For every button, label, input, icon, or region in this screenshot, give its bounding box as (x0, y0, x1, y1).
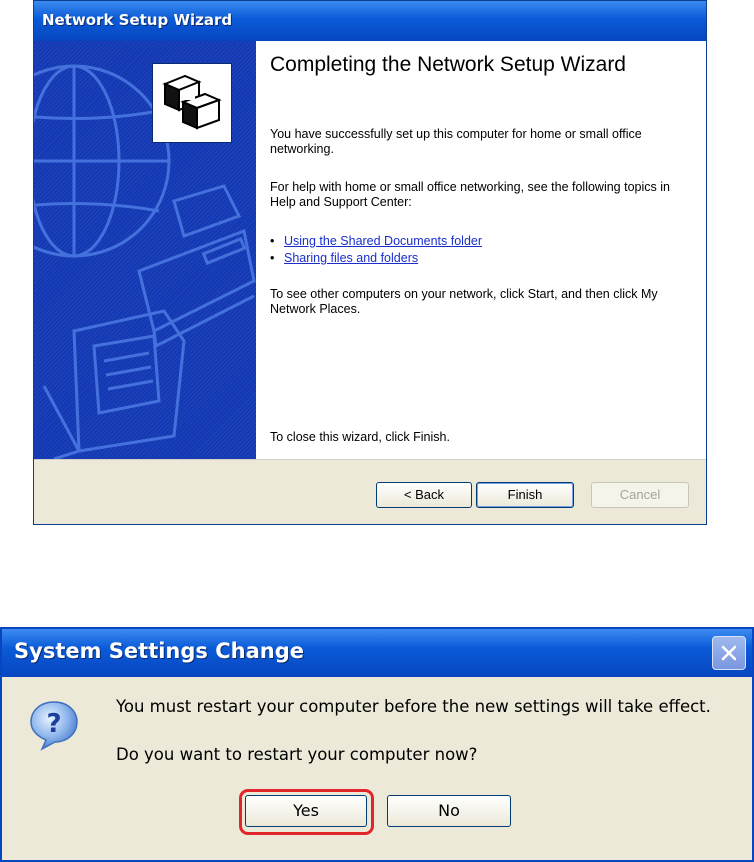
link-shared-documents[interactable]: Using the Shared Documents folder (284, 234, 482, 248)
help-link-item-shared-documents: • Using the Shared Documents folder (270, 233, 482, 249)
bullet-icon: • (270, 251, 275, 265)
success-text: You have successfully set up this comput… (270, 127, 642, 156)
wizard-title-bar: Network Setup Wizard (34, 1, 706, 41)
network-computers-icon (152, 63, 232, 143)
close-icon (721, 645, 737, 661)
wizard-sidebar-graphic (34, 41, 256, 459)
close-button[interactable] (712, 636, 746, 670)
cancel-button[interactable]: Cancel (591, 482, 689, 508)
restart-question: Do you want to restart your computer now… (116, 745, 478, 764)
network-setup-wizard-window: Network Setup Wizard Completing the Netw… (33, 0, 707, 525)
finish-button[interactable]: Finish (476, 482, 574, 508)
restart-message: You must restart your computer before th… (116, 697, 711, 716)
close-wizard-text: To close this wizard, click Finish. (270, 430, 450, 444)
dialog-title-bar: System Settings Change (2, 629, 752, 677)
bullet-icon: • (270, 234, 275, 248)
question-icon: ? (30, 701, 78, 751)
link-sharing-files[interactable]: Sharing files and folders (284, 251, 418, 265)
dialog-title: System Settings Change (14, 639, 304, 663)
wizard-button-bar: < Back Finish Cancel (34, 459, 706, 524)
help-link-item-sharing-files: • Sharing files and folders (270, 250, 418, 266)
help-text: For help with home or small office netwo… (270, 180, 670, 209)
back-button[interactable]: < Back (376, 482, 472, 508)
wizard-title: Network Setup Wizard (42, 11, 233, 29)
wizard-content-pane: Completing the Network Setup Wizard You … (256, 41, 706, 459)
no-button[interactable]: No (387, 795, 511, 827)
svg-text:?: ? (46, 709, 61, 739)
wizard-heading: Completing the Network Setup Wizard (270, 53, 626, 76)
network-places-text: To see other computers on your network, … (270, 287, 658, 316)
yes-button[interactable]: Yes (245, 795, 367, 827)
